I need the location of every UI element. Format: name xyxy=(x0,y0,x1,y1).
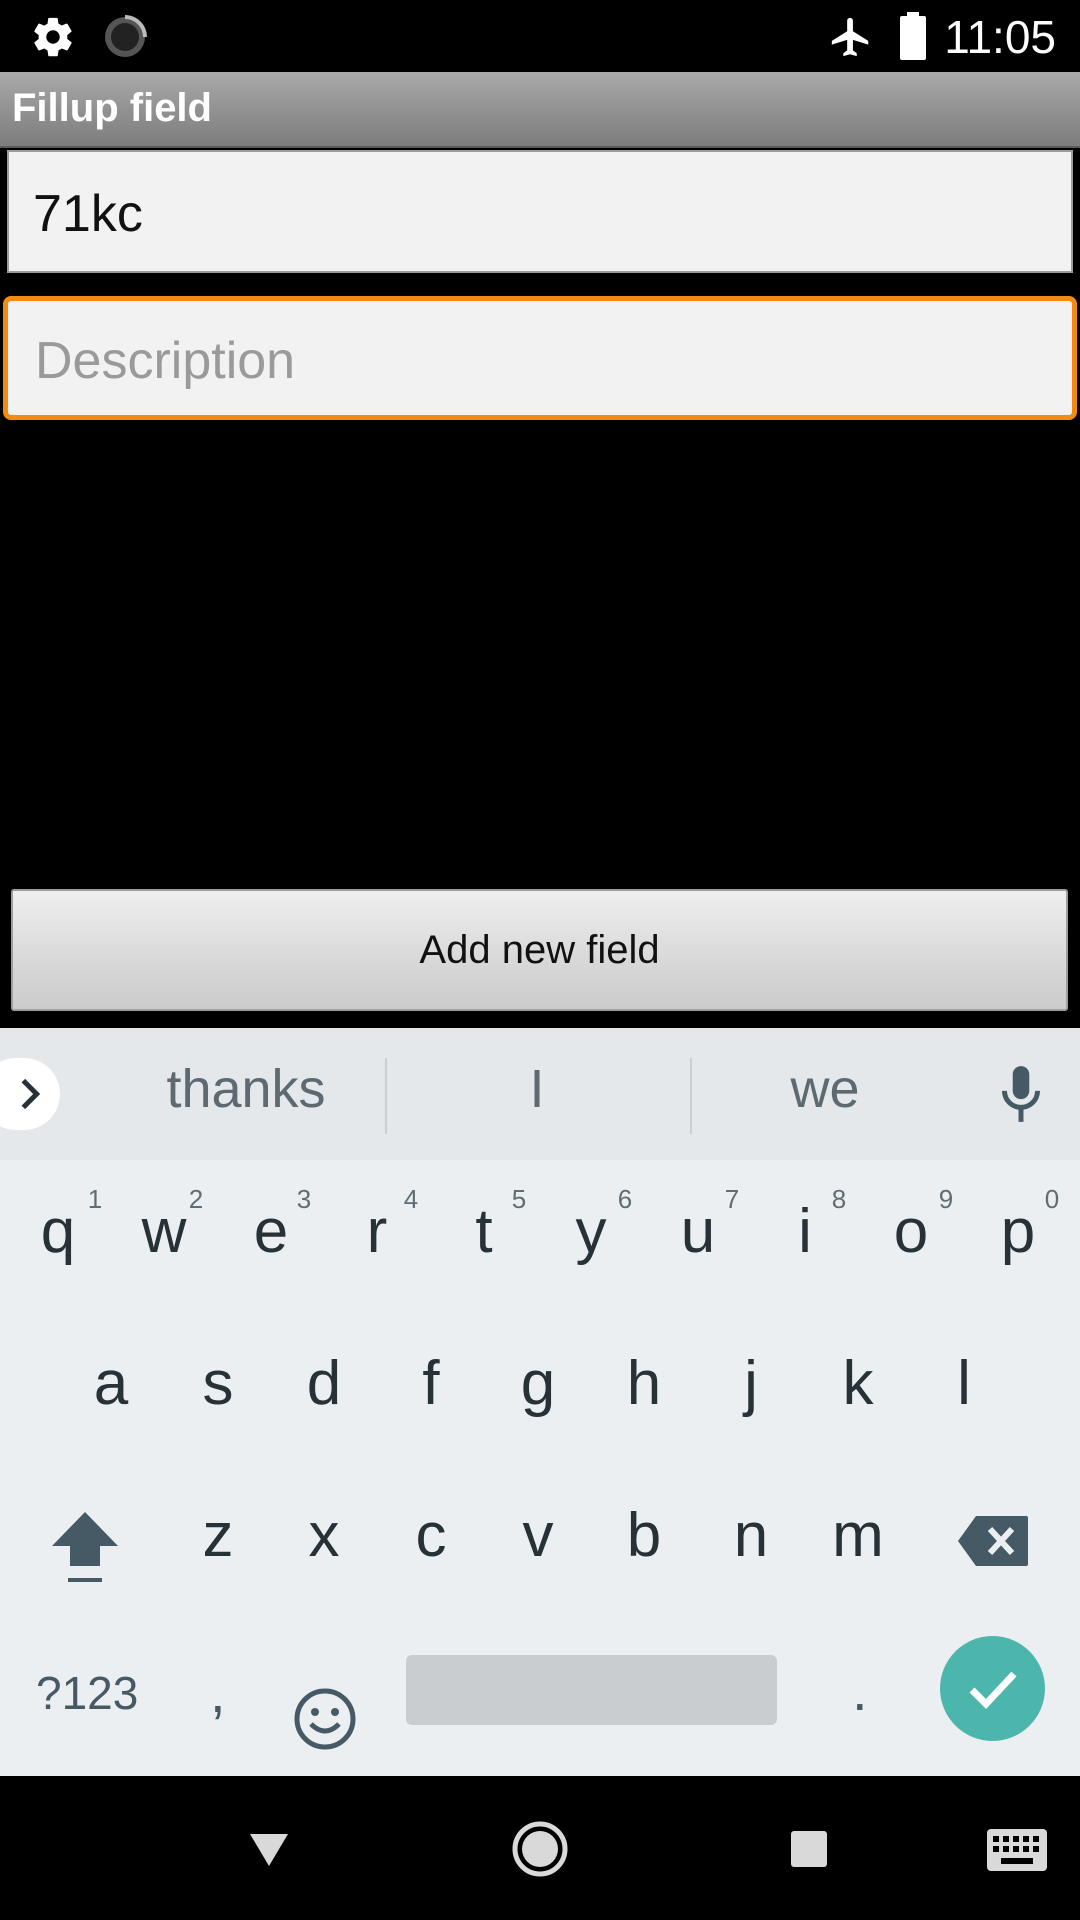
recents-icon[interactable] xyxy=(789,1829,829,1869)
soft-keyboard: thanks I we 1 2 3 4 5 6 7 8 9 0 q w e r … xyxy=(0,1028,1080,1776)
microphone-icon[interactable] xyxy=(996,1064,1046,1126)
home-icon[interactable] xyxy=(511,1820,569,1878)
key-n[interactable]: n xyxy=(711,1500,791,1571)
key-c[interactable]: c xyxy=(391,1500,471,1571)
done-button[interactable] xyxy=(940,1636,1045,1741)
suggestion-2[interactable]: I xyxy=(407,1058,667,1120)
key-v[interactable]: v xyxy=(498,1500,578,1571)
page-title: Fillup field xyxy=(12,86,212,130)
space-key[interactable] xyxy=(406,1655,777,1725)
shift-icon[interactable] xyxy=(48,1508,122,1588)
keyboard-switch-icon[interactable] xyxy=(986,1828,1048,1872)
key-j[interactable]: j xyxy=(711,1348,791,1419)
key-g[interactable]: g xyxy=(498,1348,578,1419)
key-x[interactable]: x xyxy=(284,1500,364,1571)
expand-chevron-icon xyxy=(21,1078,41,1110)
loading-spinner-icon xyxy=(105,15,147,57)
add-new-field-button[interactable]: Add new field xyxy=(11,889,1068,1011)
key-d[interactable]: d xyxy=(284,1348,364,1419)
back-icon[interactable] xyxy=(246,1830,292,1870)
key-u[interactable]: u xyxy=(658,1196,738,1267)
checkmark-icon xyxy=(969,1671,1017,1710)
navigation-bar xyxy=(0,1776,1080,1920)
backspace-icon[interactable] xyxy=(956,1514,1030,1568)
emoji-icon[interactable] xyxy=(292,1686,358,1752)
key-a[interactable]: a xyxy=(71,1348,151,1419)
key-h[interactable]: h xyxy=(604,1348,684,1419)
key-m[interactable]: m xyxy=(818,1500,898,1571)
suggestion-divider xyxy=(690,1058,692,1134)
status-bar: 11:05 xyxy=(0,0,1080,72)
name-field-value: 71kc xyxy=(33,185,143,243)
suggestion-divider xyxy=(385,1058,387,1134)
key-i[interactable]: i xyxy=(765,1196,845,1267)
suggestion-3[interactable]: we xyxy=(695,1058,955,1120)
period-key[interactable]: . xyxy=(852,1658,868,1723)
key-p[interactable]: p xyxy=(978,1196,1058,1267)
symbols-key[interactable]: ?123 xyxy=(36,1666,138,1720)
key-q[interactable]: q xyxy=(18,1196,98,1267)
suggestion-strip: thanks I we xyxy=(0,1028,1080,1160)
description-field[interactable]: Description xyxy=(3,296,1077,420)
key-l[interactable]: l xyxy=(924,1348,1004,1419)
battery-icon xyxy=(900,12,926,60)
key-z[interactable]: z xyxy=(178,1500,258,1571)
airplane-mode-icon xyxy=(831,17,869,57)
comma-key[interactable]: , xyxy=(210,1660,226,1725)
expand-toolbar-button[interactable] xyxy=(0,1058,60,1130)
status-time: 11:05 xyxy=(944,11,1056,63)
name-field[interactable]: 71kc xyxy=(7,150,1073,273)
key-b[interactable]: b xyxy=(604,1500,684,1571)
key-e[interactable]: e xyxy=(231,1196,311,1267)
description-placeholder: Description xyxy=(35,332,296,390)
key-f[interactable]: f xyxy=(391,1348,471,1419)
app-title-bar: Fillup field xyxy=(0,72,1080,148)
key-r[interactable]: r xyxy=(337,1196,417,1267)
key-k[interactable]: k xyxy=(818,1348,898,1419)
key-o[interactable]: o xyxy=(871,1196,951,1267)
key-t[interactable]: t xyxy=(444,1196,524,1267)
gear-icon xyxy=(34,17,72,57)
key-y[interactable]: y xyxy=(551,1196,631,1267)
suggestion-1[interactable]: thanks xyxy=(116,1058,376,1120)
key-s[interactable]: s xyxy=(178,1348,258,1419)
key-w[interactable]: w xyxy=(124,1196,204,1267)
